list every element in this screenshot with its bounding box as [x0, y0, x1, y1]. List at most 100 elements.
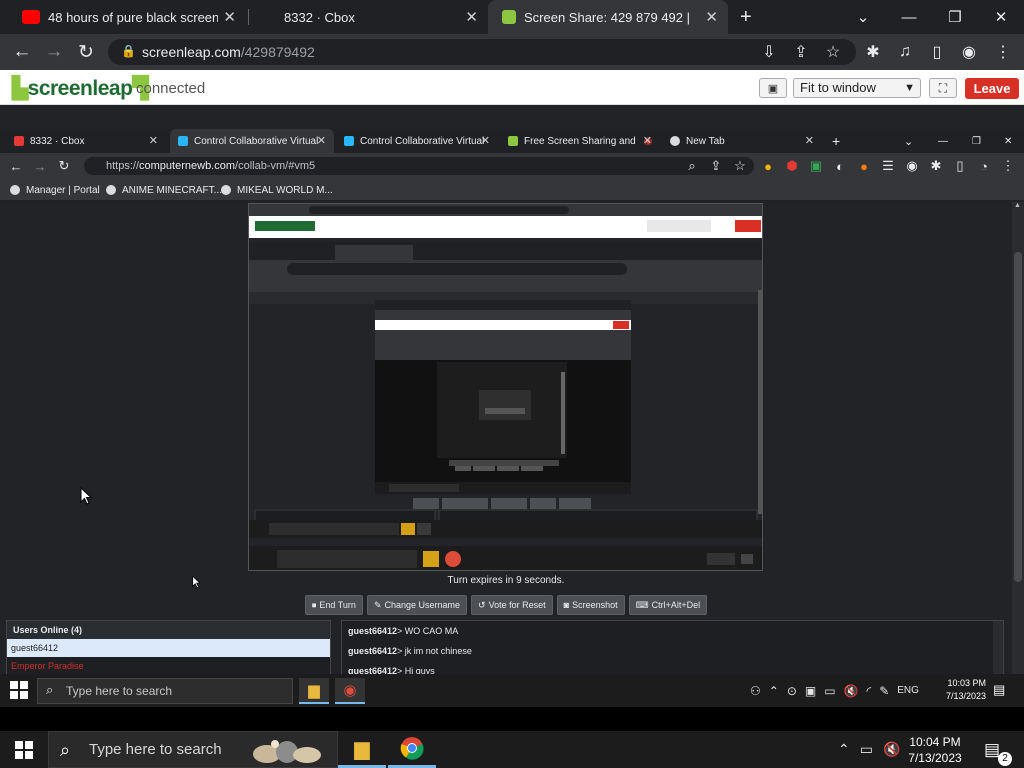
close-icon[interactable]: ✕	[705, 8, 718, 26]
pen-icon[interactable]: ✎	[879, 684, 889, 698]
close-icon[interactable]: ✕	[317, 134, 326, 147]
forward-button[interactable]: →	[38, 34, 70, 70]
bookmark-star-icon[interactable]: ☆	[818, 34, 848, 70]
shared-screen[interactable]: 8332 · Cbox ✕ Control Collaborative Virt…	[0, 105, 1024, 731]
wifi-icon[interactable]: ◜	[867, 684, 872, 698]
close-icon[interactable]: ✕	[805, 134, 814, 147]
battery-icon[interactable]: ▭	[824, 684, 835, 698]
side-panel-icon[interactable]: ▯	[948, 153, 972, 179]
close-window-button[interactable]: ✕	[978, 0, 1024, 34]
leave-button[interactable]: Leave	[965, 78, 1019, 99]
remote-tab[interactable]: Control Collaborative Virtual ✕	[336, 129, 498, 153]
people-icon[interactable]: ⚇	[750, 684, 761, 698]
remote-tab[interactable]: 8332 · Cbox ✕	[6, 129, 166, 153]
chrome-icon[interactable]: ◉	[335, 678, 365, 704]
extensions-icon[interactable]: ✱	[858, 34, 888, 70]
chrome-icon[interactable]	[388, 731, 436, 768]
new-tab-button[interactable]: +	[732, 0, 766, 34]
back-button[interactable]: ←	[4, 153, 28, 179]
tab-screen-share[interactable]: Screen Share: 429 879 492 | Scre ✕	[488, 0, 728, 34]
screenshot-button[interactable]: ◙ Screenshot	[556, 595, 625, 615]
bookmark-item[interactable]: MIKEAL WORLD M...	[221, 179, 333, 201]
new-tab-button[interactable]: +	[828, 129, 848, 153]
chevron-up-icon[interactable]: ⌃	[769, 684, 779, 698]
scroll-up-icon[interactable]: ▲	[1014, 202, 1022, 210]
address-bar[interactable]: 🔒 screenleap.com/429879492	[108, 39, 856, 65]
fullscreen-button[interactable]: ⛶	[929, 78, 957, 98]
extension-list-icon[interactable]: ☰	[876, 153, 900, 179]
restore-button[interactable]: ❐	[964, 129, 981, 153]
close-icon[interactable]: ✕	[149, 134, 158, 147]
share-icon[interactable]: ⇪	[704, 153, 728, 179]
extension-icon[interactable]: ◐	[828, 153, 852, 179]
notification-icon[interactable]: ▤	[993, 682, 1005, 698]
windows-start-icon[interactable]	[10, 681, 28, 699]
taskbar-search-box[interactable]: ⌕ Type here to search	[48, 731, 338, 768]
close-window-button[interactable]: ✕	[996, 129, 1012, 153]
minimize-button[interactable]: —	[886, 0, 932, 34]
extensions-icon[interactable]: ✱	[924, 153, 948, 179]
bookmark-item[interactable]: Manager | Portal	[10, 179, 100, 201]
vote-reset-button[interactable]: ↺ Vote for Reset	[471, 595, 553, 615]
end-turn-button[interactable]: ⏹ End Turn	[304, 595, 363, 615]
fit-select[interactable]: Fit to window ▼	[793, 78, 921, 98]
remote-tab-active[interactable]: Control Collaborative Virtual ✕	[170, 129, 334, 153]
windows-start-icon[interactable]	[15, 741, 33, 759]
install-icon[interactable]: ⇩	[754, 34, 784, 70]
tab-search-icon[interactable]: ⌄	[840, 0, 886, 34]
extension-game-icon[interactable]: ◉	[900, 153, 924, 179]
bookmark-item[interactable]: ANIME MINECRAFT...	[106, 179, 222, 201]
restore-button[interactable]: ❐	[932, 0, 978, 34]
profile-icon[interactable]: ◔	[972, 153, 996, 179]
remote-tab[interactable]: Free Screen Sharing and ◉ ✕	[500, 129, 660, 153]
cookie-icon[interactable]: ●	[756, 153, 780, 179]
network-icon[interactable]: ▭	[860, 741, 873, 758]
network-icon[interactable]: ⊙	[787, 684, 797, 698]
extension-s-icon[interactable]: ▣	[804, 153, 828, 179]
language-indicator[interactable]: ENG	[897, 685, 919, 696]
chat-scrollbar[interactable]	[993, 621, 1003, 677]
forward-button[interactable]: →	[28, 153, 52, 179]
extension-fox-icon[interactable]: ●	[852, 153, 876, 179]
remote-address-bar[interactable]: https://computernewb.com/collab-vm/#vm5	[84, 157, 754, 175]
action-center-icon[interactable]: ▤ 2	[984, 740, 1012, 766]
chat-button[interactable]: ▣	[759, 78, 787, 98]
bookmark-star-icon[interactable]: ☆	[728, 153, 752, 179]
back-button[interactable]: ←	[6, 34, 38, 70]
side-panel-icon[interactable]: ▯	[922, 34, 952, 70]
remote-search-box[interactable]: ⌕ Type here to search	[37, 678, 293, 704]
media-icon[interactable]: ♫	[890, 34, 920, 70]
ublock-icon[interactable]: ⬢	[780, 153, 804, 179]
close-icon[interactable]: ✕	[223, 8, 236, 26]
share-icon[interactable]: ⇪	[786, 34, 816, 70]
reload-button[interactable]: ↻	[52, 153, 76, 179]
ctrl-alt-del-button[interactable]: ⌨ Ctrl+Alt+Del	[628, 595, 708, 615]
tab-youtube[interactable]: 48 hours of pure black screen in ✕	[8, 0, 246, 34]
reload-button[interactable]: ↻	[70, 34, 102, 70]
file-explorer-icon[interactable]: ▆	[299, 678, 329, 704]
close-icon[interactable]: ✕	[465, 8, 478, 26]
profile-icon[interactable]: ◉	[954, 34, 984, 70]
clock[interactable]: 10:04 PM 7/13/2023	[900, 734, 970, 766]
vm-display[interactable]	[248, 203, 763, 571]
tab-search-icon[interactable]: ⌄	[896, 129, 913, 153]
change-username-button[interactable]: ✎ Change Username	[366, 595, 468, 615]
file-explorer-icon[interactable]: ▆	[338, 731, 386, 768]
user-list-item[interactable]: Emperor Paradise	[7, 657, 330, 675]
close-icon[interactable]: ✕	[643, 134, 652, 147]
minimize-button[interactable]: —	[930, 129, 948, 153]
close-icon[interactable]: ✕	[481, 134, 490, 147]
remote-clock[interactable]: 10:03 PM 7/13/2023	[938, 677, 986, 703]
remote-tab[interactable]: New Tab ✕	[662, 129, 822, 153]
chevron-up-icon[interactable]: ⌃	[838, 741, 850, 758]
volume-muted-icon[interactable]: 🔇	[883, 741, 900, 758]
tab-cbox[interactable]: 8332 · Cbox ✕	[250, 0, 488, 34]
search-icon[interactable]: ⌕	[680, 153, 704, 179]
page-scrollbar[interactable]: ▲	[1012, 202, 1024, 674]
volume-muted-icon[interactable]: 🔇	[844, 684, 859, 698]
scrollbar-thumb[interactable]	[1014, 252, 1022, 582]
display-icon[interactable]: ▣	[805, 684, 816, 698]
menu-icon[interactable]: ⋮	[996, 153, 1020, 179]
menu-icon[interactable]: ⋮	[988, 34, 1018, 70]
user-list-item[interactable]: guest66412	[7, 639, 330, 657]
